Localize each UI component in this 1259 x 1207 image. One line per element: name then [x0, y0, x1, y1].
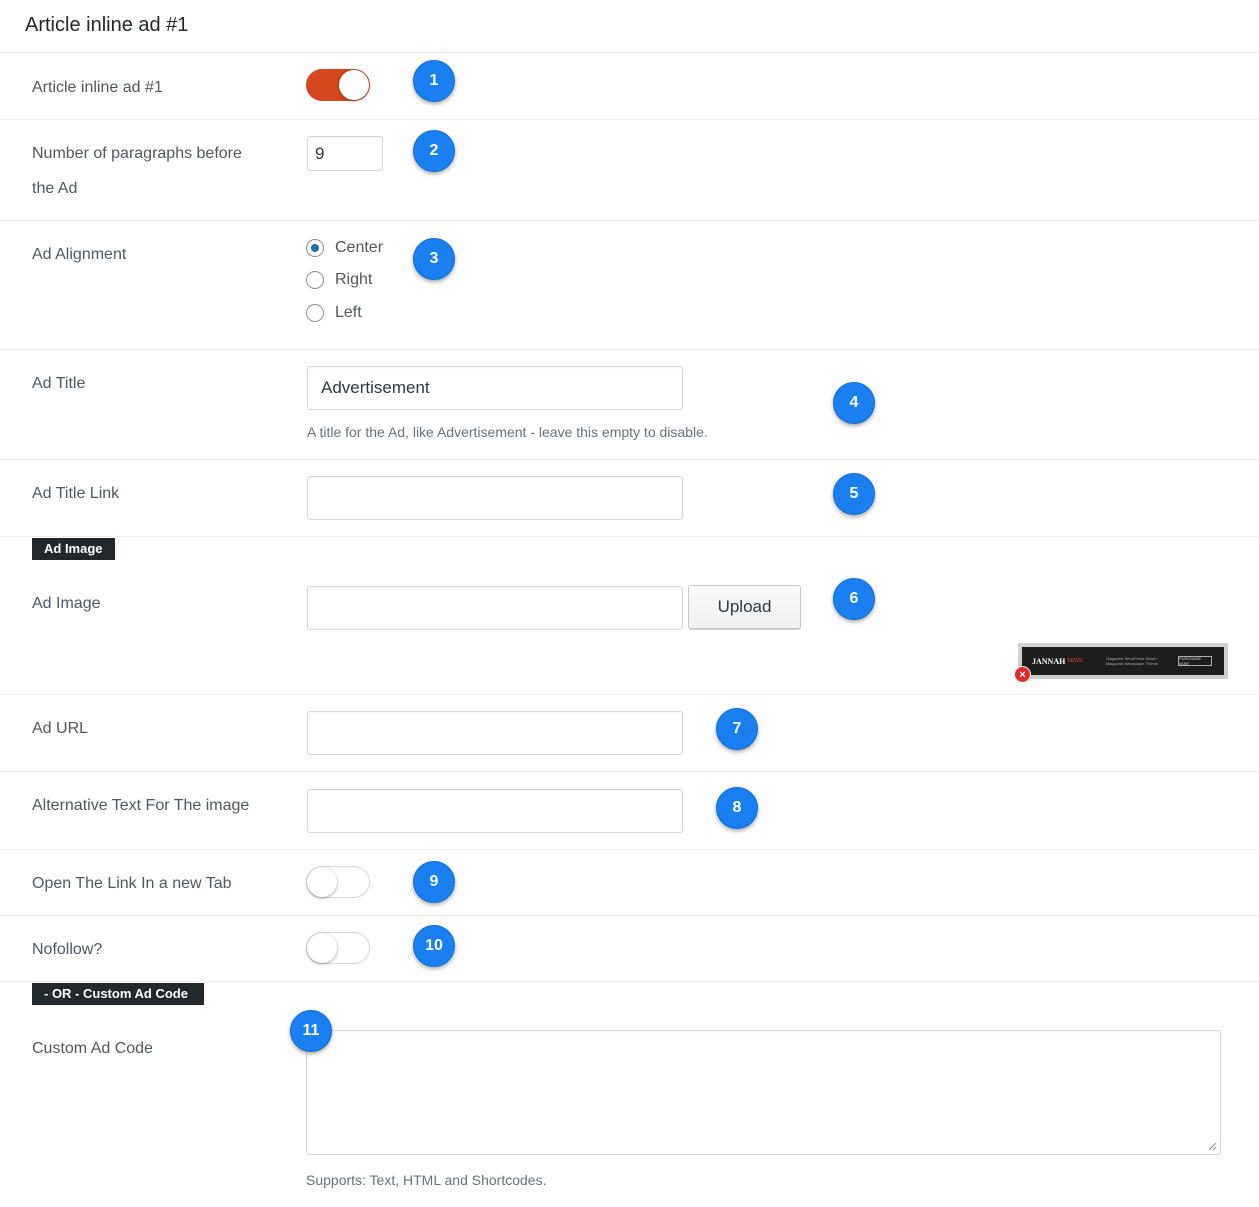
upload-button[interactable]: Upload — [688, 585, 801, 629]
ad-url-input[interactable] — [307, 711, 683, 755]
ad-image-section-tag: Ad Image — [32, 538, 115, 560]
radio-checked-icon — [306, 239, 324, 257]
ad-image-input[interactable] — [307, 586, 683, 630]
divider — [0, 771, 1259, 772]
preview-button: PURCHASE NOW — [1178, 656, 1212, 666]
toggle-knob — [307, 867, 337, 897]
divider — [0, 459, 1259, 460]
ad-image-preview: JANNAH NEWS Magazine WordPress News / Ma… — [1018, 643, 1228, 679]
divider — [0, 220, 1259, 221]
divider — [0, 981, 1259, 982]
step-badge-11: 11 — [290, 1010, 332, 1052]
step-badge-10: 10 — [413, 925, 455, 967]
step-badge-3: 3 — [413, 238, 455, 280]
page-title: Article inline ad #1 — [25, 14, 189, 36]
preview-text: Magazine WordPress News / Magazine Newsp… — [1105, 656, 1159, 666]
step-badge-8: 8 — [716, 787, 758, 829]
radio-label: Center — [335, 239, 384, 256]
step-badge-2: 2 — [413, 130, 455, 172]
toggle-knob — [339, 70, 369, 100]
step-badge-9: 9 — [413, 861, 455, 903]
enable-label: Article inline ad #1 — [32, 79, 163, 96]
toggle-knob — [307, 933, 337, 963]
nofollow-toggle[interactable] — [306, 932, 370, 964]
custom-code-help: Supports: Text, HTML and Shortcodes. — [306, 1172, 547, 1188]
step-badge-5: 5 — [833, 473, 875, 515]
radio-icon — [306, 271, 324, 289]
ad-title-link-input[interactable] — [307, 476, 683, 520]
divider — [0, 349, 1259, 350]
ad-url-label: Ad URL — [32, 720, 89, 737]
alt-text-input[interactable] — [307, 789, 683, 833]
alignment-label: Ad Alignment — [32, 246, 127, 263]
custom-code-section-tag: - OR - Custom Ad Code — [32, 983, 204, 1005]
custom-code-textarea[interactable] — [306, 1030, 1221, 1155]
divider — [0, 694, 1259, 695]
ad-title-help: A title for the Ad, like Advertisement -… — [307, 424, 708, 440]
nofollow-label: Nofollow? — [32, 941, 103, 958]
preview-logo-sub: NEWS — [1067, 658, 1083, 664]
radio-label: Right — [335, 271, 373, 288]
paragraphs-label-line1: Number of paragraphs before — [32, 145, 242, 162]
radio-label: Left — [335, 304, 362, 321]
step-badge-7: 7 — [716, 708, 758, 750]
alignment-option-left[interactable]: Left — [306, 302, 362, 324]
new-tab-label: Open The Link In a new Tab — [32, 875, 232, 892]
divider — [0, 915, 1259, 916]
new-tab-toggle[interactable] — [306, 866, 370, 898]
paragraphs-label-line2: the Ad — [32, 180, 78, 197]
step-badge-1: 1 — [413, 60, 455, 102]
ad-image-label: Ad Image — [32, 595, 101, 612]
alignment-option-right[interactable]: Right — [306, 269, 372, 291]
divider — [0, 849, 1259, 850]
paragraphs-input[interactable] — [307, 136, 383, 171]
resize-handle-icon[interactable] — [1207, 1141, 1217, 1151]
step-badge-6: 6 — [833, 578, 875, 620]
ad-title-link-label: Ad Title Link — [32, 485, 120, 502]
custom-code-label: Custom Ad Code — [32, 1040, 153, 1057]
enable-toggle[interactable] — [306, 69, 370, 101]
step-badge-4: 4 — [833, 382, 875, 424]
divider — [0, 52, 1259, 53]
alignment-option-center[interactable]: Center — [306, 237, 383, 259]
alt-text-label: Alternative Text For The image — [32, 797, 250, 814]
radio-icon — [306, 304, 324, 322]
ad-title-label: Ad Title — [32, 375, 86, 392]
divider — [0, 536, 1259, 537]
preview-logo: JANNAH — [1032, 656, 1066, 666]
divider — [0, 119, 1259, 120]
ad-title-input[interactable] — [307, 366, 683, 410]
remove-image-icon[interactable]: × — [1014, 666, 1031, 683]
